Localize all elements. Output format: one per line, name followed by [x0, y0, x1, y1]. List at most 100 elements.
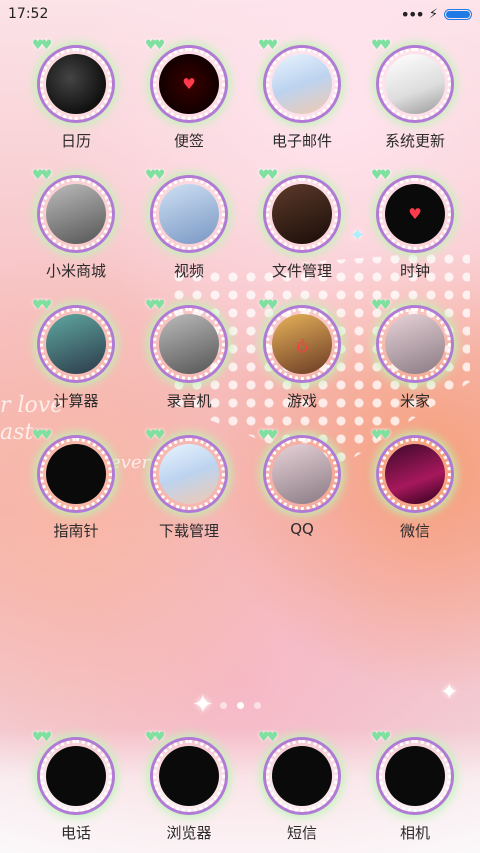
pearl-ring-frame	[266, 178, 338, 250]
clock-time: 17:52	[8, 6, 49, 22]
app-label: 录音机	[166, 392, 212, 410]
pearl-ring-frame	[266, 48, 338, 120]
pearl-ring-frame	[379, 48, 451, 120]
pearl-ring-frame	[40, 740, 112, 812]
app-icon-frame: ♥♥	[258, 428, 338, 510]
email-photo-icon	[272, 54, 332, 114]
app-compass[interactable]: ♥♥ 指南针	[20, 428, 132, 548]
pearl-ring-frame	[153, 178, 225, 250]
app-icon-frame: ♥♥	[32, 168, 112, 250]
lightning-icon: ⚡	[428, 6, 438, 22]
clock-photo-icon: ♥	[385, 184, 445, 244]
green-hearts-icon: ♥♥	[258, 730, 278, 745]
app-label: 系统更新	[384, 132, 445, 150]
app-icon-frame: ♥♥	[145, 298, 225, 380]
pearl-ring-frame	[153, 308, 225, 380]
pearl-ring-frame	[379, 438, 451, 510]
page-dot[interactable]	[236, 702, 244, 709]
app-label: 电话	[60, 824, 91, 842]
app-icon-frame: ♥♥	[32, 730, 112, 812]
app-video[interactable]: ♥♥ 视频	[133, 168, 245, 288]
mijia-photo-icon	[385, 314, 445, 374]
app-mi-store[interactable]: ♥♥ 小米商城	[20, 168, 132, 288]
app-file-manager[interactable]: ♥♥ 文件管理	[246, 168, 358, 288]
battery-level-fill	[446, 10, 470, 18]
green-hearts-icon: ♥♥	[32, 730, 52, 745]
app-icon-frame: ♥♥	[371, 428, 451, 510]
pearl-ring-frame	[40, 308, 112, 380]
app-label: 相机	[399, 824, 430, 842]
page-dot[interactable]	[219, 702, 227, 709]
green-hearts-icon: ♥♥	[32, 298, 52, 313]
qq-photo-icon	[272, 444, 332, 504]
app-label: 浏览器	[166, 824, 212, 842]
page-dot[interactable]	[253, 702, 261, 709]
mi-store-photo-icon	[46, 184, 106, 244]
app-icon-frame: ♥♥	[258, 168, 338, 250]
app-label: 游戏	[286, 392, 317, 410]
app-calendar[interactable]: ♥♥ 日历	[20, 38, 132, 158]
app-icon-frame: ♥♥	[371, 730, 451, 812]
app-label: 计算器	[53, 392, 99, 410]
app-mijia[interactable]: ♥♥ 米家	[359, 298, 471, 418]
app-label: QQ	[290, 520, 314, 538]
app-system-update[interactable]: ♥♥ 系统更新	[359, 38, 471, 158]
app-games[interactable]: ტ ♥♥ 游戏	[246, 298, 358, 418]
app-icon-frame: ♥♥	[145, 168, 225, 250]
app-icon-frame: ♥ ♥♥	[145, 38, 225, 120]
app-qq[interactable]: ♥♥ QQ	[246, 428, 358, 548]
calendar-photo-icon	[46, 54, 106, 114]
app-label: 文件管理	[271, 262, 332, 280]
pearl-ring-frame	[379, 308, 451, 380]
recorder-photo-icon	[159, 314, 219, 374]
app-icon-frame: ♥♥	[32, 428, 112, 510]
green-hearts-icon: ♥♥	[371, 168, 391, 183]
pearl-ring-frame	[153, 438, 225, 510]
app-recorder[interactable]: ♥♥ 录音机	[133, 298, 245, 418]
app-icon-frame: ♥♥	[371, 298, 451, 380]
pearl-ring-frame	[266, 740, 338, 812]
app-messages[interactable]: ♥♥ 短信	[246, 730, 358, 850]
green-hearts-icon: ♥♥	[145, 38, 165, 53]
green-hearts-icon: ♥♥	[258, 168, 278, 183]
app-label: 下载管理	[158, 522, 219, 540]
app-label: 指南针	[53, 522, 99, 540]
green-hearts-icon: ♥♥	[145, 730, 165, 745]
app-clock[interactable]: ♥ ♥♥ 时钟	[359, 168, 471, 288]
app-label: 短信	[286, 824, 317, 842]
pearl-ring-frame	[266, 438, 338, 510]
green-hearts-icon: ♥♥	[32, 428, 52, 443]
app-download-manager[interactable]: ♥♥ 下载管理	[133, 428, 245, 548]
app-icon-frame: ♥♥	[258, 730, 338, 812]
green-hearts-icon: ♥♥	[145, 168, 165, 183]
pearl-ring-frame: ♥	[153, 48, 225, 120]
app-wechat[interactable]: ♥♥ 微信	[359, 428, 471, 548]
app-phone[interactable]: ♥♥ 电话	[20, 730, 132, 850]
green-hearts-icon: ♥♥	[32, 38, 52, 53]
pearl-ring-frame	[379, 740, 451, 812]
app-icon-frame: ♥♥	[32, 38, 112, 120]
games-photo-icon: ტ	[272, 314, 332, 374]
app-label: 微信	[399, 522, 430, 540]
pearl-ring-frame: ♥	[379, 178, 451, 250]
app-browser[interactable]: ♥♥ 浏览器	[133, 730, 245, 850]
battery-icon	[444, 8, 472, 20]
wechat-photo-icon	[385, 444, 445, 504]
app-email[interactable]: ♥♥ 电子邮件	[246, 38, 358, 158]
green-hearts-icon: ♥♥	[145, 298, 165, 313]
green-hearts-icon: ♥♥	[258, 38, 278, 53]
green-hearts-icon: ♥♥	[32, 168, 52, 183]
calculator-photo-icon	[46, 314, 106, 374]
app-calculator[interactable]: ♥♥ 计算器	[20, 298, 132, 418]
green-hearts-icon: ♥♥	[258, 428, 278, 443]
app-icon-frame: ტ ♥♥	[258, 298, 338, 380]
green-hearts-icon: ♥♥	[258, 298, 278, 313]
app-notes[interactable]: ♥ ♥♥ 便签	[133, 38, 245, 158]
app-label: 日历	[60, 132, 91, 150]
more-dots-icon: •••	[400, 4, 425, 24]
phone-photo-icon	[46, 746, 106, 806]
app-label: 米家	[399, 392, 430, 410]
green-hearts-icon: ♥♥	[145, 428, 165, 443]
app-icon-frame: ♥♥	[371, 38, 451, 120]
app-camera[interactable]: ♥♥ 相机	[359, 730, 471, 850]
